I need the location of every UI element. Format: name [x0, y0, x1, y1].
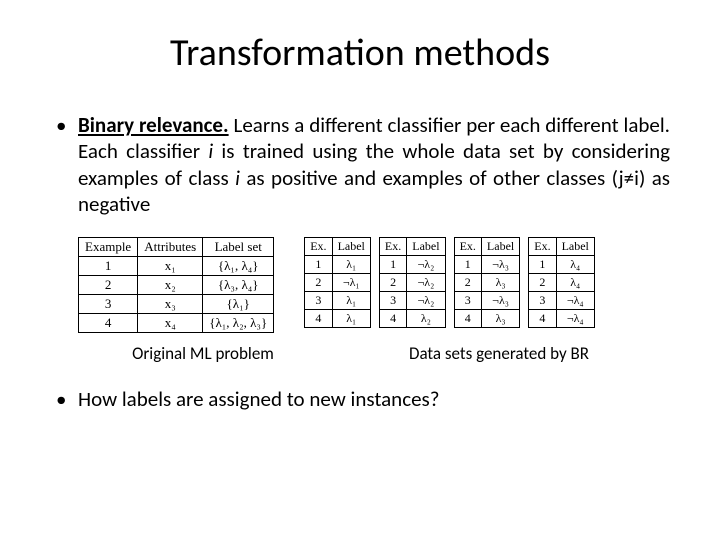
page-title: Transformation methods: [50, 30, 670, 76]
col-ex: Ex.: [379, 238, 406, 256]
cell: x₂: [138, 276, 203, 295]
cell: ¬λ₃: [481, 292, 519, 310]
cell: 2: [379, 274, 406, 292]
table-row: 2λ₃: [454, 274, 520, 292]
cell: ¬λ₄: [556, 310, 594, 328]
cell: 4: [454, 310, 481, 328]
cell: λ₁: [332, 292, 370, 310]
bullet-question: How labels are assigned to new instances…: [50, 386, 670, 412]
table-row: 3¬λ₄: [529, 292, 595, 310]
figure-row: Example Attributes Label set 1x₁{λ₁, λ₄}…: [78, 237, 670, 333]
cell: 1: [454, 256, 481, 274]
cell: ¬λ₄: [556, 292, 594, 310]
table-row: 1x₁{λ₁, λ₄}: [79, 257, 274, 276]
cell: 2: [79, 276, 138, 295]
table-row: 3¬λ₃: [454, 292, 520, 310]
cell: {λ₁, λ₄}: [203, 257, 274, 276]
table-row: 4λ₁: [305, 310, 371, 328]
table-row: 4λ₂: [379, 310, 445, 328]
lead-term: Binary relevance.: [78, 112, 229, 138]
bullet-list-2: How labels are assigned to new instances…: [50, 386, 670, 412]
cell: ¬λ₃: [481, 256, 519, 274]
col-attributes: Attributes: [138, 238, 203, 257]
cell: 1: [529, 256, 556, 274]
cell: λ₃: [481, 310, 519, 328]
cell: 3: [379, 292, 406, 310]
table-row: 1¬λ₂: [379, 256, 445, 274]
cell: λ₄: [556, 256, 594, 274]
cell: 2: [529, 274, 556, 292]
col-label: Label: [332, 238, 370, 256]
cell: {λ₁, λ₂, λ₃}: [203, 314, 274, 333]
bullet-list: Binary relevance. Learns a different cla…: [50, 112, 670, 217]
table-row: 3x₃{λ₁}: [79, 295, 274, 314]
br-table-2: Ex.Label 1¬λ₂ 2¬λ₂ 3¬λ₂ 4λ₂: [379, 237, 446, 328]
table-header-row: Ex.Label: [454, 238, 520, 256]
cell: x₃: [138, 295, 203, 314]
cell: λ₃: [481, 274, 519, 292]
col-ex: Ex.: [529, 238, 556, 256]
table-row: 4¬λ₄: [529, 310, 595, 328]
cell: 1: [379, 256, 406, 274]
br-table-4: Ex.Label 1λ₄ 2λ₄ 3¬λ₄ 4¬λ₄: [528, 237, 595, 328]
bullet-binary-relevance: Binary relevance. Learns a different cla…: [50, 112, 670, 217]
table-header-row: Example Attributes Label set: [79, 238, 274, 257]
cell: 4: [379, 310, 406, 328]
col-labelset: Label set: [203, 238, 274, 257]
col-example: Example: [79, 238, 138, 257]
cell: 3: [529, 292, 556, 310]
caption-original: Original ML problem: [78, 343, 328, 364]
col-ex: Ex.: [305, 238, 332, 256]
table-row: 4x₄{λ₁, λ₂, λ₃}: [79, 314, 274, 333]
original-ml-table: Example Attributes Label set 1x₁{λ₁, λ₄}…: [78, 237, 274, 333]
cell: ¬λ₂: [407, 256, 445, 274]
cell: x₄: [138, 314, 203, 333]
table-row: 3λ₁: [305, 292, 371, 310]
cell: 1: [79, 257, 138, 276]
cell: 2: [454, 274, 481, 292]
cell: x₁: [138, 257, 203, 276]
slide: Transformation methods Binary relevance.…: [0, 0, 720, 540]
cell: {λ₁}: [203, 295, 274, 314]
caption-br: Data sets generated by BR: [328, 343, 670, 364]
br-table-3: Ex.Label 1¬λ₃ 2λ₃ 3¬λ₃ 4λ₃: [454, 237, 521, 328]
cell: 3: [79, 295, 138, 314]
cell: λ₁: [332, 310, 370, 328]
table-row: 2¬λ₁: [305, 274, 371, 292]
col-label: Label: [407, 238, 445, 256]
cell: 2: [305, 274, 332, 292]
cell: {λ₃, λ₄}: [203, 276, 274, 295]
figure-captions: Original ML problem Data sets generated …: [78, 343, 670, 364]
table-header-row: Ex.Label: [305, 238, 371, 256]
cell: 4: [305, 310, 332, 328]
table-row: 4λ₃: [454, 310, 520, 328]
cell: λ₄: [556, 274, 594, 292]
table-row: 2λ₄: [529, 274, 595, 292]
br-table-1: Ex.Label 1λ₁ 2¬λ₁ 3λ₁ 4λ₁: [304, 237, 371, 328]
table-row: 2¬λ₂: [379, 274, 445, 292]
table-row: 2x₂{λ₃, λ₄}: [79, 276, 274, 295]
cell: λ₁: [332, 256, 370, 274]
table-row: 3¬λ₂: [379, 292, 445, 310]
col-ex: Ex.: [454, 238, 481, 256]
table-header-row: Ex.Label: [379, 238, 445, 256]
cell: ¬λ₁: [332, 274, 370, 292]
cell: λ₂: [407, 310, 445, 328]
table-row: 1λ₄: [529, 256, 595, 274]
table-row: 1¬λ₃: [454, 256, 520, 274]
cell: ¬λ₂: [407, 274, 445, 292]
cell: 1: [305, 256, 332, 274]
table-header-row: Ex.Label: [529, 238, 595, 256]
cell: 3: [305, 292, 332, 310]
table-row: 1λ₁: [305, 256, 371, 274]
cell: 3: [454, 292, 481, 310]
col-label: Label: [481, 238, 519, 256]
col-label: Label: [556, 238, 594, 256]
cell: 4: [79, 314, 138, 333]
cell: 4: [529, 310, 556, 328]
br-tables-group: Ex.Label 1λ₁ 2¬λ₁ 3λ₁ 4λ₁ Ex.Label 1¬λ₂ …: [304, 237, 595, 328]
cell: ¬λ₂: [407, 292, 445, 310]
